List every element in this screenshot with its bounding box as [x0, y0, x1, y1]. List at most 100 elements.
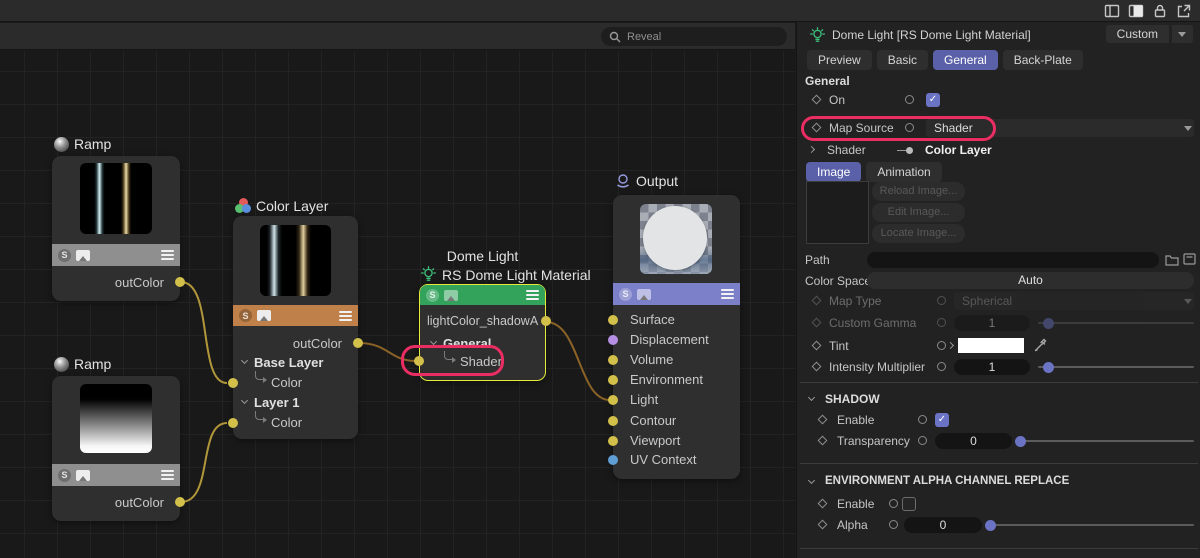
custom-gamma-field[interactable]: 1 — [954, 315, 1030, 331]
environment-port[interactable] — [608, 375, 618, 385]
expander-icon[interactable] — [241, 357, 248, 364]
port-circle-icon[interactable] — [905, 95, 914, 104]
wire-dome-to-output-light[interactable] — [546, 322, 610, 400]
menu-icon[interactable] — [161, 250, 174, 260]
transparency-field[interactable]: 0 — [935, 433, 1012, 449]
dome-output-port[interactable] — [541, 316, 551, 326]
base-layer-color-port[interactable] — [228, 378, 238, 388]
focused-view-icon[interactable] — [1128, 3, 1144, 19]
expander-icon[interactable] — [808, 146, 815, 153]
solo-badge[interactable]: S — [58, 249, 71, 262]
dome-light-node[interactable]: S lightColor_shadowA... General Shader — [419, 284, 546, 381]
image-preview-badge[interactable] — [257, 310, 271, 321]
volume-port[interactable] — [608, 355, 618, 365]
port-circle-icon[interactable] — [937, 341, 946, 350]
image-preview-badge[interactable] — [76, 250, 90, 261]
tint-color-swatch[interactable] — [958, 338, 1024, 353]
keyframe-diamond-icon[interactable] — [812, 362, 822, 372]
wire-ramp-bottom-to-layer1[interactable] — [181, 423, 227, 502]
map-source-dropdown[interactable]: Shader — [926, 119, 1194, 137]
env-alpha-section-header[interactable]: ENVIRONMENT ALPHA CHANNEL REPLACE — [797, 472, 1200, 492]
color-layer-node[interactable]: S outColor Base Layer Color Layer 1 Colo… — [233, 216, 358, 439]
map-type-dropdown[interactable]: Spherical — [954, 292, 1194, 310]
menu-icon[interactable] — [721, 289, 734, 299]
shadow-enable-checkbox[interactable]: ✓ — [935, 413, 949, 427]
menu-icon[interactable] — [526, 290, 539, 300]
port-circle-icon[interactable] — [918, 415, 927, 424]
pop-out-icon[interactable] — [1176, 3, 1192, 19]
node-graph-canvas[interactable]: Ramp S outColor Ramp S outColor — [0, 51, 795, 558]
color-space-button[interactable]: Auto — [867, 272, 1194, 289]
alpha-field[interactable]: 0 — [904, 517, 982, 533]
menu-icon[interactable] — [339, 311, 352, 321]
keyframe-diamond-icon[interactable] — [818, 415, 828, 425]
port-circle-icon[interactable] — [918, 436, 927, 445]
keyframe-diamond-icon[interactable] — [812, 341, 822, 351]
light-port[interactable] — [608, 395, 618, 405]
ramp-bottom-node[interactable]: S outColor — [52, 376, 180, 521]
outcolor-port[interactable] — [175, 497, 185, 507]
collapse-icon[interactable] — [808, 477, 815, 484]
menu-icon[interactable] — [161, 470, 174, 480]
contour-port[interactable] — [608, 416, 618, 426]
surface-port[interactable] — [608, 315, 618, 325]
edit-image-button[interactable]: Edit Image... — [872, 203, 965, 222]
image-preview-badge[interactable] — [444, 290, 458, 301]
folder-icon[interactable] — [1165, 253, 1179, 266]
port-circle-icon[interactable] — [889, 499, 898, 508]
reload-image-button[interactable]: Reload Image... — [872, 182, 965, 201]
tab-general[interactable]: General — [933, 50, 998, 70]
image-thumbnail-box[interactable] — [806, 181, 869, 244]
expander-icon[interactable] — [430, 338, 437, 345]
wire-ramp-top-to-baselayer[interactable] — [181, 282, 227, 383]
keyframe-diamond-icon[interactable] — [818, 436, 828, 446]
output-node[interactable]: S Surface Displacement Volume Environmen… — [613, 195, 740, 479]
tab-preview[interactable]: Preview — [807, 50, 872, 70]
intensity-slider[interactable] — [1038, 366, 1194, 368]
keyframe-diamond-icon[interactable] — [818, 520, 828, 530]
wire-colorlayer-to-dome-shader[interactable] — [359, 343, 416, 361]
solo-badge[interactable]: S — [239, 309, 252, 322]
solo-badge[interactable]: S — [58, 469, 71, 482]
tab-basic[interactable]: Basic — [877, 50, 928, 70]
image-preview-badge[interactable] — [76, 470, 90, 481]
tab-animation[interactable]: Animation — [866, 162, 941, 182]
port-circle-icon[interactable] — [937, 362, 946, 371]
outcolor-port[interactable] — [175, 277, 185, 287]
keyframe-diamond-icon[interactable] — [818, 499, 828, 509]
dome-shader-input-port[interactable] — [414, 356, 424, 366]
shadow-section-header[interactable]: SHADOW — [797, 389, 1200, 409]
intensity-field[interactable]: 1 — [954, 359, 1030, 375]
tab-image[interactable]: Image — [806, 162, 861, 182]
on-checkbox[interactable]: ✓ — [926, 93, 940, 107]
displacement-port[interactable] — [608, 335, 618, 345]
ramp-top-node[interactable]: S outColor — [52, 156, 180, 301]
solo-badge[interactable]: S — [426, 289, 439, 302]
transparency-slider[interactable] — [1018, 440, 1194, 442]
expander-icon[interactable] — [947, 342, 954, 349]
split-view-icon[interactable] — [1104, 3, 1120, 19]
image-preview-badge[interactable] — [637, 289, 651, 300]
search-box[interactable] — [601, 27, 787, 46]
expander-icon[interactable] — [241, 397, 248, 404]
outcolor-port[interactable] — [353, 338, 363, 348]
port-circle-icon[interactable] — [889, 520, 898, 529]
collapse-icon[interactable] — [808, 394, 815, 401]
preset-dropdown-button[interactable] — [1171, 25, 1193, 43]
keyframe-diamond-icon[interactable] — [812, 95, 822, 105]
uv-context-port[interactable] — [608, 455, 618, 465]
keyframe-diamond-icon[interactable] — [812, 123, 822, 133]
solo-badge[interactable]: S — [619, 288, 632, 301]
custom-gamma-slider[interactable] — [1038, 322, 1194, 324]
port-circle-icon[interactable] — [905, 123, 914, 132]
env-enable-checkbox[interactable] — [902, 497, 916, 511]
lock-icon[interactable] — [1152, 3, 1168, 19]
alpha-slider[interactable] — [988, 524, 1194, 526]
locate-image-button[interactable]: Locate Image... — [872, 224, 965, 243]
preset-button[interactable]: Custom — [1106, 25, 1169, 43]
layer1-color-port[interactable] — [228, 418, 238, 428]
search-input[interactable] — [627, 31, 767, 43]
path-input[interactable] — [867, 252, 1159, 268]
tab-back-plate[interactable]: Back-Plate — [1003, 50, 1083, 70]
viewport-port[interactable] — [608, 436, 618, 446]
